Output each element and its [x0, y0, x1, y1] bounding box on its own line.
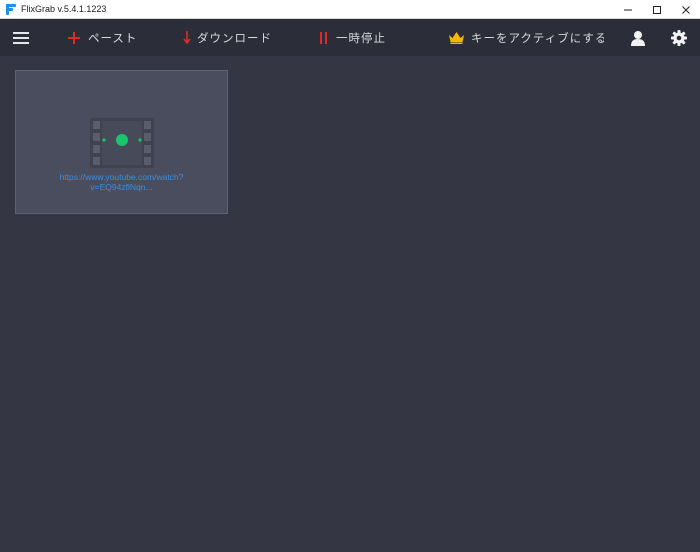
plus-icon	[68, 31, 80, 44]
maximize-button[interactable]	[642, 0, 671, 19]
activate-key-button[interactable]: キーをアクティブにする	[449, 19, 604, 56]
paste-label: ペースト	[88, 30, 138, 45]
close-icon	[681, 5, 690, 14]
window-title: FlixGrab v.5.4.1.1223	[21, 4, 107, 14]
pause-icon	[320, 31, 327, 44]
toolbar: ペースト ダウンロード 一時停止 キーをアクティブにする	[0, 19, 700, 56]
close-button[interactable]	[671, 0, 700, 19]
pause-label: 一時停止	[336, 30, 386, 45]
window-controls	[613, 0, 700, 19]
video-url-link[interactable]: https://www.youtube.com/watch? v=EQ94zfl…	[16, 172, 227, 192]
activate-key-label: キーをアクティブにする	[471, 30, 604, 45]
video-url-line-2: v=EQ94zflNqn...	[90, 182, 153, 192]
user-icon	[631, 30, 645, 46]
gear-icon	[671, 29, 687, 46]
pause-button[interactable]: 一時停止	[320, 19, 386, 56]
settings-button[interactable]	[671, 19, 687, 56]
video-url-line-1: https://www.youtube.com/watch?	[59, 172, 184, 182]
download-button[interactable]: ダウンロード	[183, 19, 272, 56]
title-bar: FlixGrab v.5.4.1.1223	[0, 0, 700, 19]
hamburger-menu-icon	[13, 31, 29, 44]
video-film-icon	[90, 118, 154, 168]
paste-button[interactable]: ペースト	[68, 19, 137, 56]
menu-button[interactable]	[13, 19, 29, 56]
account-button[interactable]	[630, 19, 646, 56]
minimize-icon	[623, 9, 632, 10]
crown-icon	[449, 31, 464, 44]
arrow-down-icon	[183, 31, 191, 44]
minimize-button[interactable]	[613, 0, 642, 19]
video-card[interactable]: https://www.youtube.com/watch? v=EQ94zfl…	[15, 70, 228, 214]
maximize-icon	[652, 5, 661, 14]
download-label: ダウンロード	[197, 30, 272, 45]
flixgrab-logo-icon	[6, 3, 16, 15]
